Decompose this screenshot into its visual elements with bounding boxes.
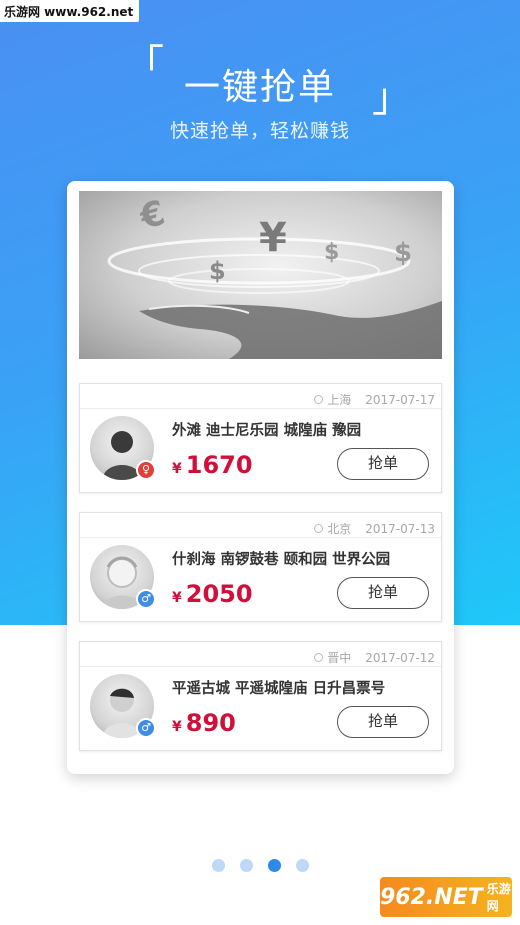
order-item[interactable]: 北京 2017-07-13 ♂ 什刹海 南锣鼓巷 颐和园 世界公园 ¥2050 … [79, 512, 442, 622]
order-meta: 北京 2017-07-13 [314, 520, 435, 537]
order-date: 2017-07-17 [365, 392, 435, 407]
price-amount: 890 [185, 709, 236, 737]
page-dot[interactable] [295, 859, 309, 872]
order-meta: 上海 2017-07-17 [314, 391, 435, 408]
order-item[interactable]: 晋中 2017-07-12 ♂ 平遥古城 平遥城隍庙 日升昌票号 ¥890 抢单 [79, 641, 442, 751]
price-amount: 1670 [185, 451, 253, 479]
male-icon: ♂ [136, 589, 156, 609]
svg-text:€: € [135, 193, 169, 238]
order-date: 2017-07-12 [365, 650, 435, 665]
location-icon [314, 524, 324, 533]
divider [80, 666, 441, 667]
grab-order-button[interactable]: 抢单 [337, 577, 429, 609]
female-icon: ♀ [136, 460, 156, 480]
svg-text:$: $ [324, 240, 339, 265]
order-city: 晋中 [327, 651, 352, 665]
location-icon [314, 395, 324, 404]
order-price: ¥2050 [172, 580, 253, 608]
order-date: 2017-07-13 [365, 521, 435, 536]
watermark: 乐游网 www.962.net [0, 0, 140, 22]
brand-logo: 962.NET 乐游网 [380, 877, 512, 917]
order-price: ¥890 [172, 709, 236, 737]
order-city: 北京 [327, 522, 352, 536]
brand-logo-sub: 乐游网 [486, 882, 511, 913]
currency-symbol: ¥ [172, 719, 182, 735]
location-icon [314, 653, 324, 662]
svg-text:$: $ [394, 238, 412, 268]
page-indicator [0, 859, 520, 872]
order-places: 外滩 迪士尼乐园 城隍庙 豫园 [172, 423, 362, 439]
order-city: 上海 [327, 393, 352, 407]
page-dot-active[interactable] [267, 859, 281, 872]
divider [80, 537, 441, 538]
grab-order-button[interactable]: 抢单 [337, 706, 429, 738]
svg-text:$: $ [209, 257, 226, 285]
order-meta: 晋中 2017-07-12 [314, 649, 435, 666]
orders-card: € ¥ $ $ $ 上海 2017-07-17 ♀ 外滩 迪士尼乐园 城隍庙 豫… [67, 181, 454, 774]
bracket-close: 」 [372, 75, 412, 121]
hero-subtitle: 快速抢单，轻松赚钱 [169, 120, 350, 142]
currency-symbol: ¥ [172, 461, 182, 477]
order-price: ¥1670 [172, 451, 253, 479]
brand-logo-main: 962.NET [380, 884, 483, 910]
page-dot[interactable] [239, 859, 253, 872]
hero-title: 一键抢单 [183, 67, 336, 108]
money-banner-image: € ¥ $ $ $ [79, 191, 442, 359]
svg-text:¥: ¥ [259, 215, 287, 261]
currency-symbol: ¥ [172, 590, 182, 606]
price-amount: 2050 [185, 580, 253, 608]
male-icon: ♂ [136, 718, 156, 738]
order-item[interactable]: 上海 2017-07-17 ♀ 外滩 迪士尼乐园 城隍庙 豫园 ¥1670 抢单 [79, 383, 442, 493]
page-dot[interactable] [211, 859, 225, 872]
grab-order-button[interactable]: 抢单 [337, 448, 429, 480]
order-places: 什刹海 南锣鼓巷 颐和园 世界公园 [172, 552, 391, 568]
divider [80, 408, 441, 409]
order-places: 平遥古城 平遥城隍庙 日升昌票号 [172, 681, 386, 697]
